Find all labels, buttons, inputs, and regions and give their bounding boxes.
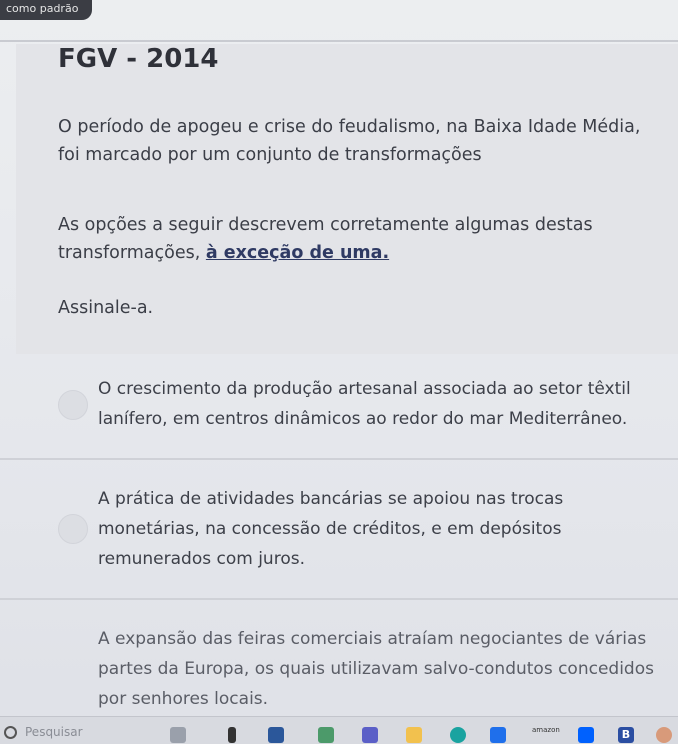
question-emphasis: à exceção de uma. (205, 243, 390, 263)
browser-icon[interactable] (656, 727, 672, 743)
top-divider (0, 40, 678, 42)
taskbar-search[interactable]: Pesquisar (4, 725, 154, 744)
photos-icon[interactable] (318, 727, 334, 743)
taskbar: Pesquisar amazon B (0, 716, 678, 744)
teams-icon[interactable] (362, 727, 378, 743)
edge-icon[interactable] (450, 727, 466, 743)
question-paragraph-1: O período de apogeu e crise do feudalism… (58, 117, 641, 165)
pinned-app-icon[interactable] (170, 727, 186, 743)
option-divider (0, 458, 678, 460)
folder-icon[interactable] (406, 727, 422, 743)
question-title: FGV - 2014 (58, 44, 219, 74)
answer-option-1-text: O crescimento da produção artesanal asso… (98, 379, 631, 429)
dropbox-icon[interactable] (578, 727, 594, 743)
question-paragraph-2: As opções a seguir descrevem corretament… (58, 211, 658, 267)
word-icon[interactable] (268, 727, 284, 743)
answer-option-2-radio[interactable] (58, 514, 88, 544)
amazon-icon[interactable]: amazon (532, 726, 560, 734)
answer-option-3[interactable]: A expansão das feiras comerciais atraíam… (16, 618, 678, 718)
search-icon (4, 726, 17, 739)
search-label: Pesquisar (25, 725, 83, 739)
question-instruction: Assinale-a. (58, 298, 154, 318)
top-tag: como padrão (0, 0, 93, 20)
answer-option-1-radio[interactable] (58, 390, 88, 420)
answer-option-1[interactable]: O crescimento da produção artesanal asso… (16, 368, 678, 454)
answer-option-3-text: A expansão das feiras comerciais atraíam… (98, 629, 654, 709)
option-divider (0, 598, 678, 600)
screen: como padrão FGV - 2014 O período de apog… (0, 0, 678, 744)
b-app-icon[interactable]: B (618, 727, 634, 743)
file-icon[interactable] (228, 727, 236, 743)
answer-option-2[interactable]: A prática de atividades bancárias se apo… (16, 478, 678, 588)
store-icon[interactable] (490, 727, 506, 743)
answer-option-2-text: A prática de atividades bancárias se apo… (98, 489, 564, 569)
